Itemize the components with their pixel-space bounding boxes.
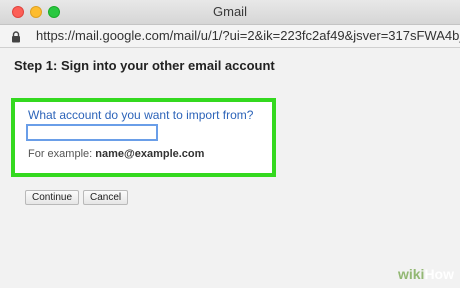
example-address: name@example.com [95, 148, 205, 160]
page-content: Step 1: Sign into your other email accou… [0, 48, 460, 288]
lock-icon [11, 30, 21, 43]
address-url[interactable]: https://mail.google.com/mail/u/1/?ui=2&i… [36, 28, 460, 43]
continue-button[interactable]: Continue [25, 190, 80, 205]
account-email-input[interactable] [26, 124, 158, 141]
window-title: Gmail [213, 4, 247, 19]
import-question-label: What account do you want to import from? [28, 108, 254, 122]
watermark-how: How [424, 266, 454, 282]
cancel-button[interactable]: Cancel [83, 190, 129, 205]
wikihow-watermark: wikiHow [398, 266, 454, 282]
import-account-panel: What account do you want to import from?… [11, 98, 276, 177]
example-hint: For example: name@example.com [28, 148, 204, 160]
watermark-wiki: wiki [397, 266, 425, 282]
window-titlebar: Gmail [0, 0, 460, 25]
address-bar[interactable]: https://mail.google.com/mail/u/1/?ui=2&i… [0, 25, 460, 48]
step-heading: Step 1: Sign into your other email accou… [14, 58, 275, 73]
example-prefix: For example: [28, 148, 96, 160]
